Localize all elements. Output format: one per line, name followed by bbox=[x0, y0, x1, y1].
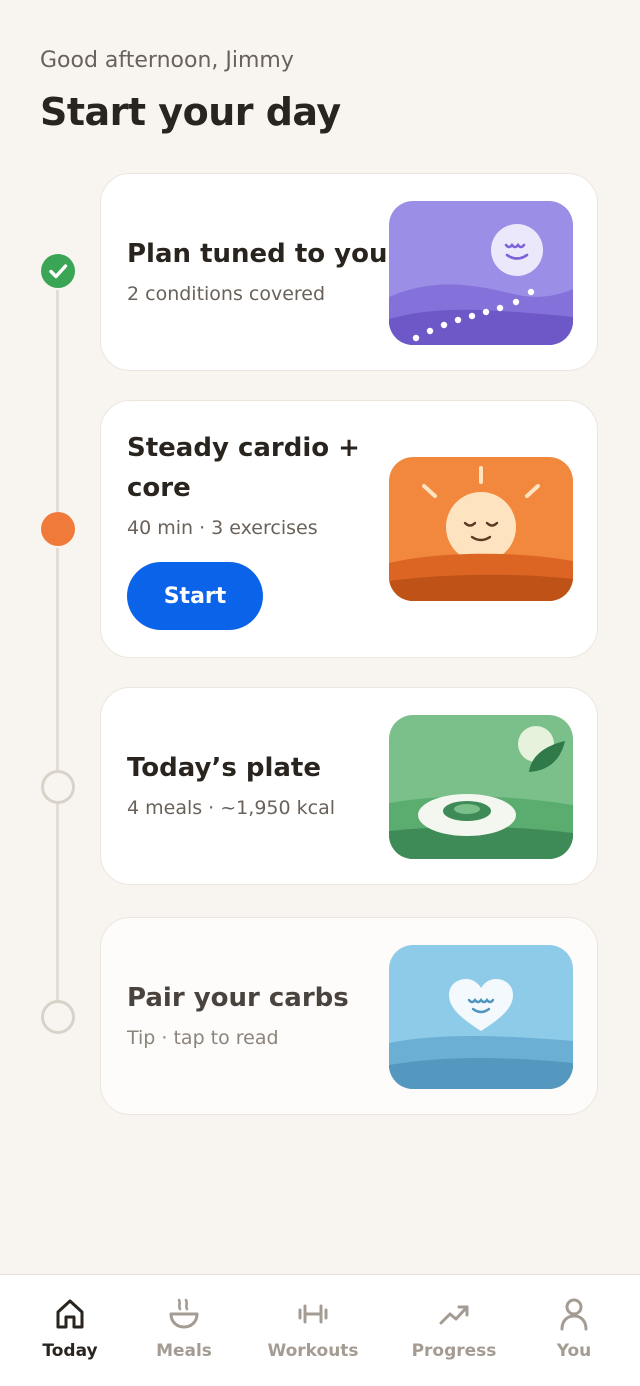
home-icon bbox=[56, 1299, 84, 1329]
tab-label: Today bbox=[42, 1341, 98, 1361]
greeting: Good afternoon, Jimmy bbox=[40, 48, 294, 73]
card-title-line: Steady cardio + bbox=[127, 433, 360, 463]
workout-illustration bbox=[389, 457, 573, 601]
step-active-indicator bbox=[41, 512, 75, 546]
tab-label: Workouts bbox=[267, 1341, 359, 1361]
tab-label: You bbox=[556, 1341, 592, 1361]
timeline-connector bbox=[56, 804, 59, 1000]
card-subtitle: 40 min · 3 exercises bbox=[127, 517, 318, 539]
tip-card[interactable]: Pair your carbs Tip · tap to read bbox=[100, 917, 598, 1115]
card-title-line: core bbox=[127, 473, 191, 503]
bowl-icon bbox=[169, 1298, 199, 1329]
step-pending-indicator bbox=[41, 770, 75, 804]
card-subtitle: Tip · tap to read bbox=[127, 1027, 279, 1049]
tab-workouts[interactable]: Workouts bbox=[249, 1275, 377, 1386]
tab-progress[interactable]: Progress bbox=[390, 1275, 518, 1386]
heart-illustration bbox=[389, 945, 573, 1089]
bottom-tab-bar: Today Meals Workouts Progress You bbox=[0, 1274, 640, 1386]
step-complete-indicator bbox=[41, 254, 75, 288]
trend-up-icon bbox=[439, 1305, 469, 1325]
start-workout-button[interactable]: Start bbox=[127, 562, 263, 630]
dumbbell-icon bbox=[298, 1304, 328, 1324]
tab-you[interactable]: You bbox=[510, 1275, 638, 1386]
meal-card[interactable]: Today’s plate 4 meals · ~1,950 kcal bbox=[100, 687, 598, 885]
page-title: Start your day bbox=[40, 90, 341, 134]
step-pending-indicator bbox=[41, 1000, 75, 1034]
card-subtitle: 2 conditions covered bbox=[127, 283, 326, 305]
timeline-connector bbox=[56, 548, 59, 770]
card-title: Plan tuned to you bbox=[127, 239, 388, 269]
card-title: Pair your carbs bbox=[127, 983, 349, 1013]
plan-card[interactable]: Plan tuned to you 2 conditions covered bbox=[100, 173, 598, 371]
person-icon bbox=[560, 1298, 588, 1331]
tab-meals[interactable]: Meals bbox=[120, 1275, 248, 1386]
workout-card[interactable]: Steady cardio + core 40 min · 3 exercise… bbox=[100, 400, 598, 658]
card-subtitle: 4 meals · ~1,950 kcal bbox=[127, 797, 335, 819]
plate-illustration bbox=[389, 715, 573, 859]
checkmark-icon bbox=[49, 264, 68, 279]
tab-today[interactable]: Today bbox=[6, 1275, 134, 1386]
tab-label: Progress bbox=[411, 1341, 497, 1361]
card-title: Steady cardio + core bbox=[127, 428, 367, 508]
plan-illustration bbox=[389, 201, 573, 345]
timeline-connector bbox=[56, 290, 59, 512]
card-title: Today’s plate bbox=[127, 753, 321, 783]
tab-label: Meals bbox=[156, 1341, 212, 1361]
